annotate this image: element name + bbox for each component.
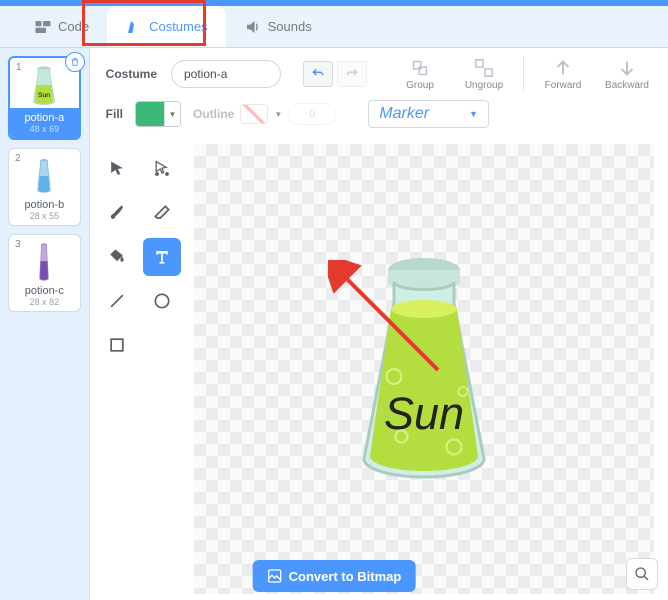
outline-color-picker[interactable] <box>240 104 268 124</box>
line-tool[interactable] <box>98 282 136 320</box>
brush-icon <box>107 203 127 223</box>
forward-button[interactable]: Forward <box>538 57 588 91</box>
chevron-down-icon: ▼ <box>164 102 180 126</box>
canvas[interactable]: Sun <box>194 144 654 594</box>
circle-icon <box>152 291 172 311</box>
costume-artwork: Sun <box>334 249 514 489</box>
costume-list: 1 Sun potion-a 48 x 69 2 potion-b 28 x 5… <box>0 48 89 600</box>
costume-dim: 28 x 82 <box>13 297 76 307</box>
text-icon <box>152 247 172 267</box>
text-tool[interactable] <box>143 238 181 276</box>
zoom-button[interactable] <box>626 558 658 590</box>
line-icon <box>107 291 127 311</box>
square-icon <box>107 335 127 355</box>
svg-text:Sun: Sun <box>38 92 50 99</box>
backward-button[interactable]: Backward <box>602 57 652 91</box>
fill-swatch <box>136 102 164 126</box>
ungroup-button[interactable]: Ungroup <box>459 57 509 91</box>
costume-thumb[interactable]: 1 Sun potion-a 48 x 69 <box>8 56 81 140</box>
trash-icon <box>70 57 80 67</box>
tool-palette <box>90 138 190 600</box>
costume-name: potion-a <box>10 112 79 124</box>
undo-icon <box>311 67 325 81</box>
redo-icon <box>345 67 359 81</box>
costume-thumb[interactable]: 3 potion-c 28 x 82 <box>8 234 81 312</box>
costume-name: potion-c <box>13 285 76 297</box>
costume-number: 3 <box>15 239 21 250</box>
font-name: Marker <box>379 105 429 123</box>
redo-button[interactable] <box>337 61 367 87</box>
costume-name-input[interactable] <box>171 60 281 88</box>
thumb-image <box>13 153 76 199</box>
circle-tool[interactable] <box>143 282 181 320</box>
group-button[interactable]: Group <box>395 57 445 91</box>
tab-sounds[interactable]: Sounds <box>226 6 330 47</box>
costume-dim: 48 x 69 <box>10 124 79 134</box>
undo-button[interactable] <box>303 61 333 87</box>
reshape-tool[interactable] <box>143 150 181 188</box>
thumb-image: Sun <box>14 62 75 108</box>
code-icon <box>34 18 52 36</box>
costume-number: 2 <box>15 153 21 164</box>
tab-label: Sounds <box>268 19 312 34</box>
group-icon <box>409 57 431 79</box>
sounds-icon <box>244 18 262 36</box>
tab-label: Costumes <box>149 19 208 34</box>
fill-label: Fill <box>106 107 123 121</box>
costume-number: 1 <box>16 62 22 73</box>
tab-code[interactable]: Code <box>16 6 107 47</box>
eraser-tool[interactable] <box>143 194 181 232</box>
outline-width-input[interactable] <box>288 103 336 125</box>
eraser-icon <box>152 203 172 223</box>
tab-label: Code <box>58 19 89 34</box>
costume-name: potion-b <box>13 199 76 211</box>
tab-bar: Code Costumes Sounds <box>0 6 668 48</box>
backward-icon <box>616 57 638 79</box>
brush-tool[interactable] <box>98 194 136 232</box>
forward-icon <box>552 57 574 79</box>
fill-color-picker[interactable]: ▼ <box>135 101 181 127</box>
chevron-down-icon: ▼ <box>469 109 478 119</box>
bucket-icon <box>107 247 127 267</box>
costume-label: Costume <box>106 67 157 81</box>
pointer-icon <box>107 159 127 179</box>
delete-costume-button[interactable] <box>65 52 85 72</box>
select-tool[interactable] <box>98 150 136 188</box>
bitmap-icon <box>267 568 283 584</box>
zoom-icon <box>634 566 650 582</box>
thumb-image <box>13 239 76 285</box>
font-select[interactable]: Marker ▼ <box>368 100 489 128</box>
fill-tool[interactable] <box>98 238 136 276</box>
tab-costumes[interactable]: Costumes <box>107 6 226 47</box>
costumes-icon <box>125 18 143 36</box>
ungroup-icon <box>473 57 495 79</box>
reshape-icon <box>152 159 172 179</box>
bottle-text: Sun <box>384 388 464 439</box>
costume-thumb[interactable]: 2 potion-b 28 x 55 <box>8 148 81 226</box>
outline-label: Outline <box>193 107 234 121</box>
chevron-down-icon: ▼ <box>274 110 282 119</box>
rectangle-tool[interactable] <box>98 326 136 364</box>
convert-to-bitmap-button[interactable]: Convert to Bitmap <box>253 560 416 592</box>
costume-dim: 28 x 55 <box>13 211 76 221</box>
